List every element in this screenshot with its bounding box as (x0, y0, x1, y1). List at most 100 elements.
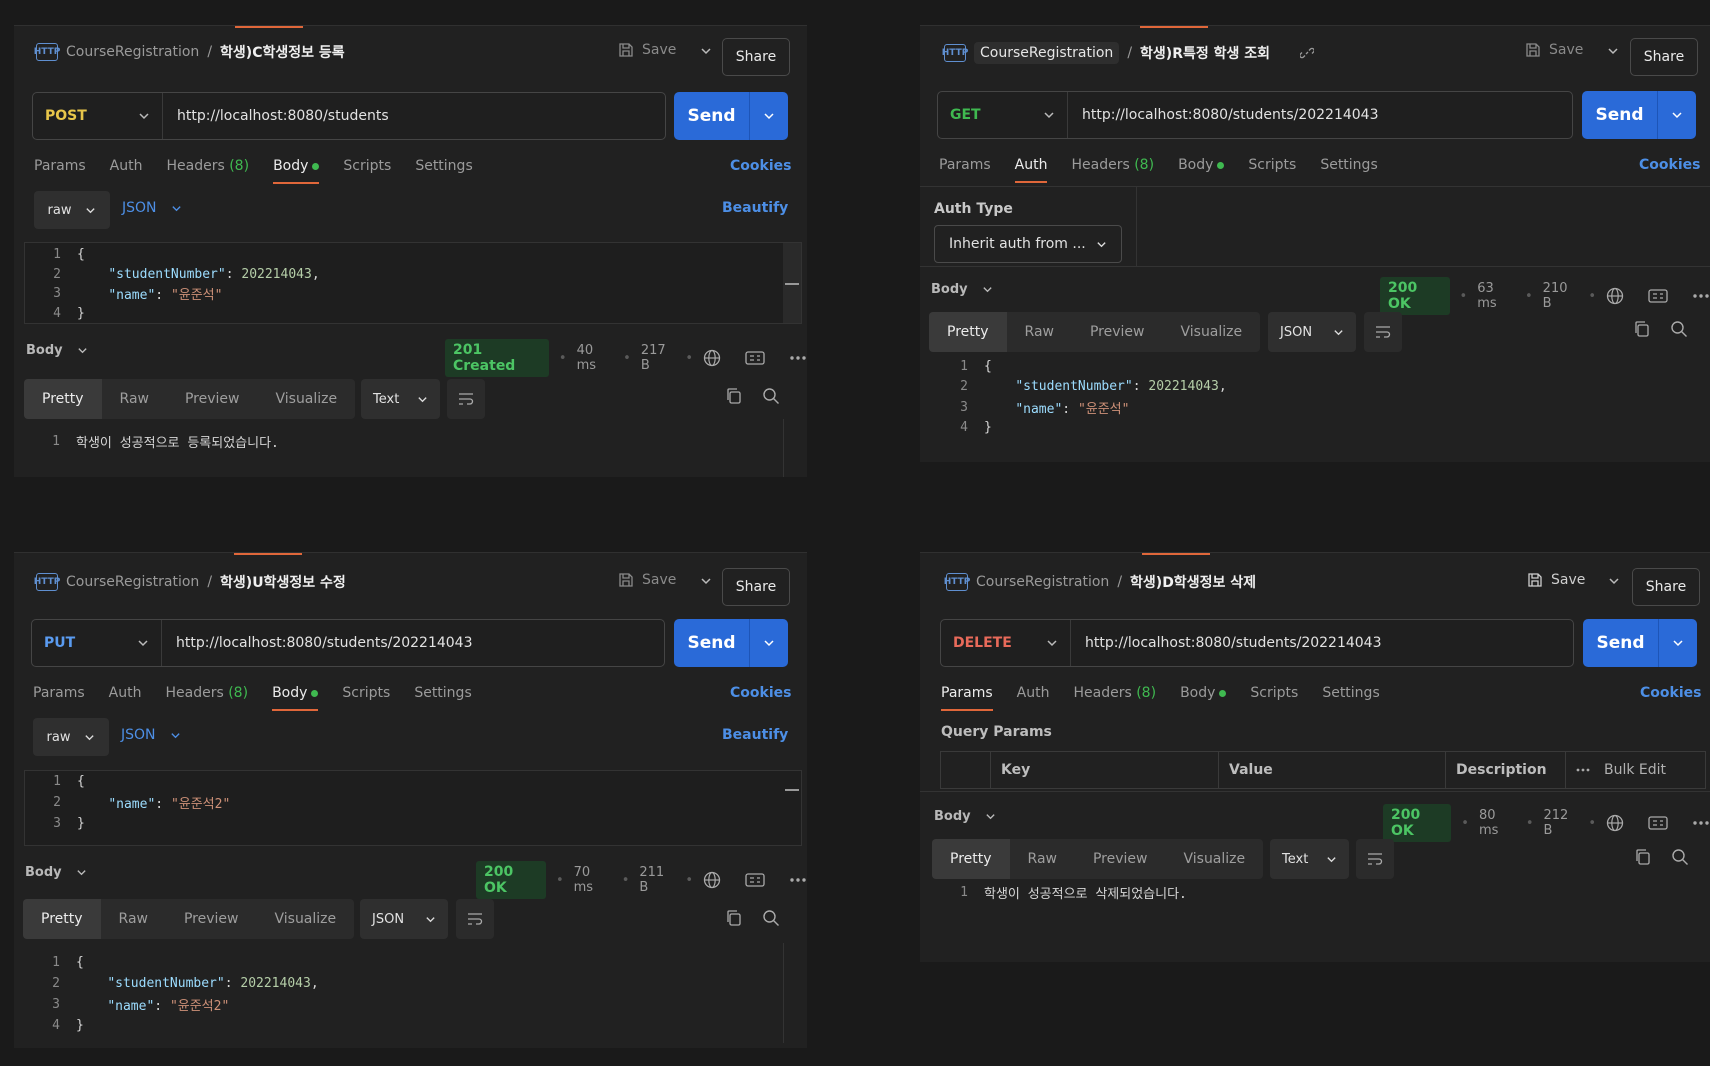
send-button[interactable]: Send (674, 92, 750, 140)
globe-icon[interactable] (703, 349, 721, 367)
body-mode-select[interactable]: raw (33, 718, 109, 756)
save-response-icon[interactable] (1648, 815, 1668, 831)
view-tab-pretty[interactable]: Pretty (932, 839, 1010, 879)
view-tab-raw[interactable]: Raw (1010, 839, 1075, 879)
tab-headers[interactable]: Headers (8) (165, 685, 248, 701)
tab-auth[interactable]: Auth (1017, 685, 1050, 701)
copy-icon[interactable] (725, 387, 743, 405)
save-button[interactable]: Save (1525, 42, 1583, 58)
send-options-button[interactable] (750, 619, 788, 667)
collection-name[interactable]: CourseRegistration (976, 574, 1109, 590)
response-body-toggle[interactable]: Body (26, 343, 88, 358)
method-select[interactable]: PUT (32, 620, 162, 666)
chevron-down-icon[interactable] (700, 575, 712, 587)
send-button[interactable]: Send (674, 619, 750, 667)
search-icon[interactable] (1670, 320, 1688, 338)
send-options-button[interactable] (1658, 91, 1696, 139)
tab-params[interactable]: Params (941, 685, 993, 711)
tab-scripts[interactable]: Scripts (1250, 685, 1298, 701)
tab-auth[interactable]: Auth (110, 158, 143, 174)
response-format-select[interactable]: JSON (1268, 312, 1356, 352)
tab-settings[interactable]: Settings (415, 158, 472, 174)
request-name[interactable]: 학생)U학생정보 수정 (220, 572, 346, 592)
request-name[interactable]: 학생)D학생정보 삭제 (1130, 572, 1256, 592)
view-tab-visualize[interactable]: Visualize (1165, 839, 1263, 879)
request-name[interactable]: 학생)C학생정보 등록 (220, 42, 345, 62)
cookies-link[interactable]: Cookies (1639, 157, 1700, 173)
request-body-editor[interactable]: 1{2 "name": "윤준석2" 3} (24, 770, 802, 846)
bulk-edit-button[interactable]: Bulk Edit (1566, 752, 1666, 788)
response-format-select[interactable]: Text (361, 379, 440, 419)
tab-settings[interactable]: Settings (414, 685, 471, 701)
tab-params[interactable]: Params (939, 157, 991, 173)
collection-name[interactable]: CourseRegistration (66, 44, 199, 60)
view-tab-visualize[interactable]: Visualize (257, 379, 355, 419)
status-badge[interactable]: 200 OK (1380, 277, 1450, 315)
more-icon[interactable] (1692, 820, 1710, 826)
url-input[interactable]: http://localhost:8080/students/202214043 (1071, 635, 1382, 651)
url-input[interactable]: http://localhost:8080/students/202214043 (1068, 107, 1379, 123)
wrap-lines-button[interactable] (1364, 312, 1402, 352)
editor-scrollbar[interactable] (783, 243, 801, 323)
url-input[interactable]: http://localhost:8080/students (163, 108, 389, 124)
response-time[interactable]: 80 ms (1479, 808, 1516, 838)
copy-icon[interactable] (1634, 848, 1652, 866)
view-tab-visualize[interactable]: Visualize (1162, 312, 1260, 352)
cookies-link[interactable]: Cookies (730, 158, 791, 174)
tab-settings[interactable]: Settings (1322, 685, 1379, 701)
body-mode-select[interactable]: raw (34, 191, 110, 229)
send-button[interactable]: Send (1582, 91, 1658, 139)
share-button[interactable]: Share (722, 38, 790, 76)
method-select[interactable]: DELETE (941, 620, 1071, 666)
view-tab-pretty[interactable]: Pretty (23, 899, 101, 939)
view-tab-raw[interactable]: Raw (101, 899, 166, 939)
request-body-editor[interactable]: 1{2 "studentNumber": 202214043, 3 "name":… (24, 242, 802, 324)
wrap-lines-button[interactable] (447, 379, 485, 419)
collection-name[interactable]: CourseRegistration (66, 574, 199, 590)
globe-icon[interactable] (703, 871, 721, 889)
response-scrollbar[interactable] (783, 943, 784, 1043)
save-response-icon[interactable] (745, 872, 765, 888)
response-body[interactable]: 1 학생이 성공적으로 등록되었습니다. (24, 431, 794, 451)
response-time[interactable]: 70 ms (574, 865, 612, 895)
share-button[interactable]: Share (1630, 38, 1698, 76)
view-tab-preview[interactable]: Preview (1075, 839, 1166, 879)
response-body[interactable]: 1 학생이 성공적으로 삭제되었습니다. (932, 882, 1702, 902)
copy-icon[interactable] (1633, 320, 1651, 338)
response-size[interactable]: 217 B (641, 343, 676, 373)
body-language-select[interactable]: JSON (121, 727, 181, 743)
response-body-toggle[interactable]: Body (931, 282, 993, 297)
response-body[interactable]: 1{2 "studentNumber": 202214043, 3 "name":… (24, 952, 794, 1036)
cookies-link[interactable]: Cookies (1640, 685, 1701, 701)
save-response-icon[interactable] (1648, 288, 1668, 304)
tab-params[interactable]: Params (33, 685, 85, 701)
response-body-toggle[interactable]: Body (934, 809, 996, 824)
url-input[interactable]: http://localhost:8080/students/202214043 (162, 635, 473, 651)
save-button[interactable]: Save (1527, 572, 1585, 588)
beautify-button[interactable]: Beautify (722, 200, 788, 216)
copy-icon[interactable] (725, 909, 743, 927)
share-button[interactable]: Share (1632, 568, 1700, 606)
response-size[interactable]: 212 B (1544, 808, 1579, 838)
tab-body[interactable]: Body (1178, 157, 1225, 173)
share-button[interactable]: Share (722, 568, 790, 606)
view-tab-preview[interactable]: Preview (166, 899, 257, 939)
response-size[interactable]: 211 B (639, 865, 675, 895)
view-tab-preview[interactable]: Preview (167, 379, 258, 419)
tab-headers[interactable]: Headers (8) (166, 158, 249, 174)
send-options-button[interactable] (1659, 619, 1697, 667)
search-icon[interactable] (1671, 848, 1689, 866)
search-icon[interactable] (762, 387, 780, 405)
tab-headers[interactable]: Headers (8) (1071, 157, 1154, 173)
save-button[interactable]: Save (618, 42, 676, 58)
beautify-button[interactable]: Beautify (722, 727, 788, 743)
globe-icon[interactable] (1606, 287, 1624, 305)
tab-settings[interactable]: Settings (1320, 157, 1377, 173)
response-size[interactable]: 210 B (1543, 281, 1579, 311)
method-select[interactable]: POST (33, 93, 163, 139)
response-time[interactable]: 63 ms (1477, 281, 1515, 311)
body-language-select[interactable]: JSON (122, 200, 182, 216)
more-icon[interactable] (789, 355, 807, 361)
wrap-lines-button[interactable] (456, 899, 494, 939)
request-name[interactable]: 학생)R특정 학생 조회 (1140, 43, 1270, 63)
